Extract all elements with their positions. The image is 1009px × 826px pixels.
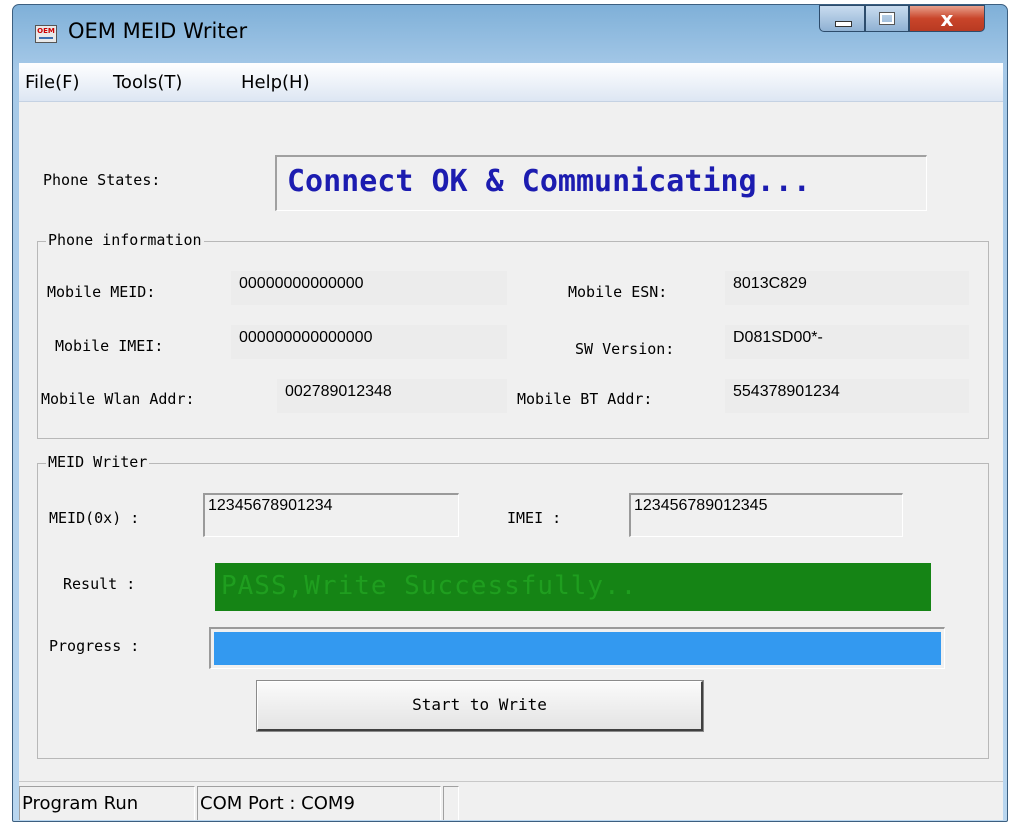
bt-addr-label: Mobile BT Addr: — [517, 390, 653, 408]
result-display: PASS,Write Successfully.. — [215, 563, 931, 611]
title-bar[interactable]: OEM OEM MEID Writer x — [13, 5, 1007, 63]
minimize-button[interactable] — [819, 5, 865, 32]
app-icon-text: OEM — [37, 27, 55, 35]
mobile-esn-label: Mobile ESN: — [568, 283, 668, 301]
start-to-write-button[interactable]: Start to Write — [256, 680, 704, 732]
status-com-port: COM Port : COM9 — [197, 786, 441, 820]
maximize-icon — [879, 12, 895, 25]
mobile-esn-value: 8013C829 — [725, 271, 969, 305]
progress-fill — [214, 632, 941, 665]
mobile-meid-value: 00000000000000 — [231, 271, 507, 305]
phone-states-display: Connect OK & Communicating... — [275, 155, 927, 211]
status-bar: Program Run COM Port : COM9 — [19, 781, 1003, 820]
app-window: OEM OEM MEID Writer x File(F) Tools(T) H… — [12, 4, 1008, 822]
close-button[interactable]: x — [909, 5, 985, 32]
menu-file[interactable]: File(F) — [25, 72, 80, 93]
wlan-addr-value: 002789012348 — [277, 379, 507, 413]
phone-information-title: Phone information — [46, 231, 204, 249]
menu-help[interactable]: Help(H) — [241, 72, 310, 93]
menu-tools[interactable]: Tools(T) — [113, 72, 182, 93]
phone-states-label: Phone States: — [43, 171, 161, 189]
status-pane-empty — [443, 786, 459, 820]
imei-input-label: IMEI : — [507, 509, 562, 527]
wlan-addr-label: Mobile Wlan Addr: — [41, 390, 195, 408]
meid-writer-title: MEID Writer — [46, 453, 150, 471]
imei-input[interactable]: 123456789012345 — [629, 493, 903, 537]
minimize-icon — [835, 21, 852, 27]
client-area: File(F) Tools(T) Help(H) Phone States: C… — [19, 63, 1003, 820]
progress-bar — [209, 627, 945, 669]
close-icon: x — [940, 7, 954, 31]
window-title: OEM MEID Writer — [68, 19, 248, 43]
progress-label: Progress : — [49, 637, 140, 655]
bt-addr-value: 554378901234 — [725, 379, 969, 413]
sw-version-value: D081SD00*- — [725, 325, 969, 359]
menu-bar: File(F) Tools(T) Help(H) — [19, 63, 1003, 102]
mobile-imei-value: 000000000000000 — [231, 325, 507, 359]
result-label: Result : — [63, 575, 136, 593]
meid-input[interactable]: 12345678901234 — [203, 493, 459, 537]
app-icon[interactable]: OEM — [35, 25, 57, 43]
meid-input-label: MEID(0x) : — [49, 509, 140, 527]
mobile-meid-label: Mobile MEID: — [47, 283, 156, 301]
status-program-run: Program Run — [19, 786, 195, 820]
sw-version-label: SW Version: — [575, 340, 675, 358]
phone-states-value: Connect OK & Communicating... — [287, 164, 811, 199]
result-text: PASS,Write Successfully.. — [221, 571, 638, 601]
mobile-imei-label: Mobile IMEI: — [55, 337, 164, 355]
maximize-button[interactable] — [865, 5, 909, 32]
